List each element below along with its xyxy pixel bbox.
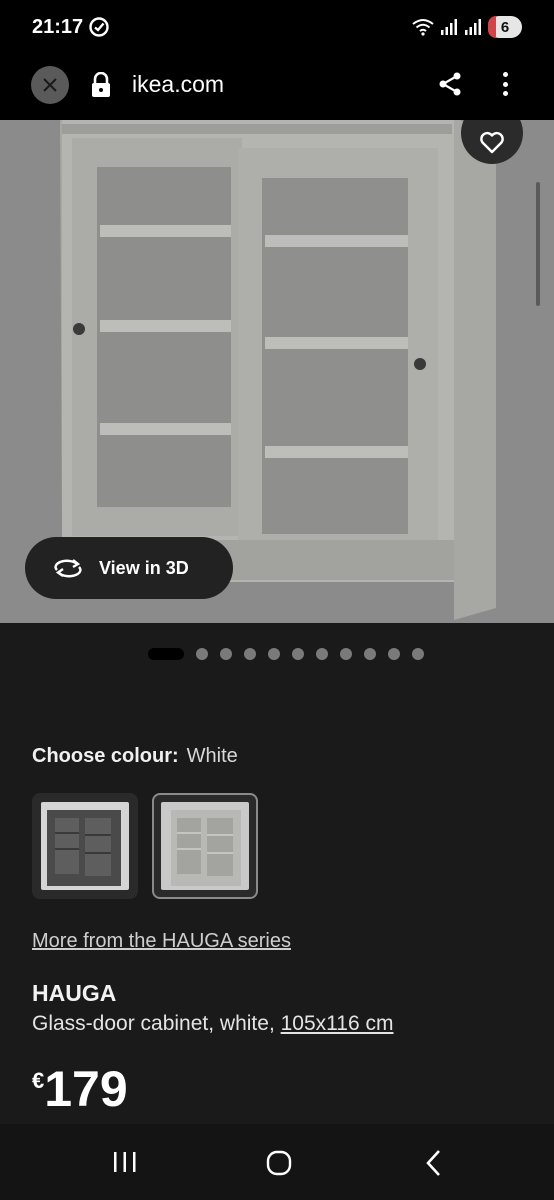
back-icon[interactable] [424,1149,444,1177]
carousel-dot[interactable] [412,648,424,660]
menu-dot [502,72,508,77]
status-bar: 21:17 6 [0,0,554,56]
product-image[interactable]: View in 3D [0,120,554,623]
wifi-icon [412,19,434,36]
status-icons: 6 [412,16,522,38]
selected-colour: White [186,745,238,767]
carousel-dot-active[interactable] [148,648,184,660]
system-nav-bar [0,1124,554,1200]
more-options-button[interactable] [493,69,517,99]
battery-indicator: 6 [488,16,522,38]
close-icon [43,78,57,92]
carousel-dot[interactable] [316,648,328,660]
carousel-dot[interactable] [220,648,232,660]
carousel-dot[interactable] [340,648,352,660]
swatch-image [41,802,129,890]
carousel-dot[interactable] [268,648,280,660]
carousel-dot[interactable] [196,648,208,660]
menu-dot [502,81,508,87]
product-description-text: Glass-door cabinet, white, [32,1012,281,1035]
colour-swatch-grey[interactable] [32,793,138,899]
battery-level: 6 [500,18,510,36]
home-icon[interactable] [266,1150,292,1176]
colour-label: Choose colour: [32,745,179,767]
rotate-3d-icon [54,559,82,578]
share-icon[interactable] [436,70,464,98]
status-time: 21:17 [32,16,84,38]
signal-icon [441,19,457,35]
carousel-dot[interactable] [292,648,304,660]
image-carousel-indicator[interactable] [148,647,424,661]
colour-chooser-heading: Choose colour: White [32,745,238,768]
price-currency: € [32,1068,45,1093]
recent-apps-icon[interactable] [112,1151,138,1173]
view-in-3d-button[interactable]: View in 3D [25,537,233,599]
swatch-image [161,802,249,890]
series-link[interactable]: More from the HAUGA series [32,930,291,953]
view-in-3d-label: View in 3D [99,557,189,578]
browser-url-bar: ikea.com [0,56,554,120]
scrollbar-thumb[interactable] [536,182,540,306]
heart-icon [480,131,504,154]
grey-cabinet-thumbnail [47,810,121,886]
carousel-dot[interactable] [364,648,376,660]
product-price: € 179 [32,1062,128,1116]
menu-dot [502,91,508,96]
price-value: 179 [44,1061,128,1117]
product-name: HAUGA [32,980,117,1006]
carousel-dot[interactable] [388,648,400,660]
signal-icon-2 [465,19,481,35]
close-tab-button[interactable] [31,66,69,104]
carousel-dot[interactable] [244,648,256,660]
sync-check-icon [89,17,109,37]
product-description: Glass-door cabinet, white, 105x116 cm [32,1012,393,1036]
product-size-link[interactable]: 105x116 cm [281,1012,394,1035]
white-cabinet-thumbnail [171,810,241,886]
lock-icon[interactable] [90,72,112,98]
url-text[interactable]: ikea.com [132,71,224,98]
colour-swatch-white[interactable] [152,793,258,899]
